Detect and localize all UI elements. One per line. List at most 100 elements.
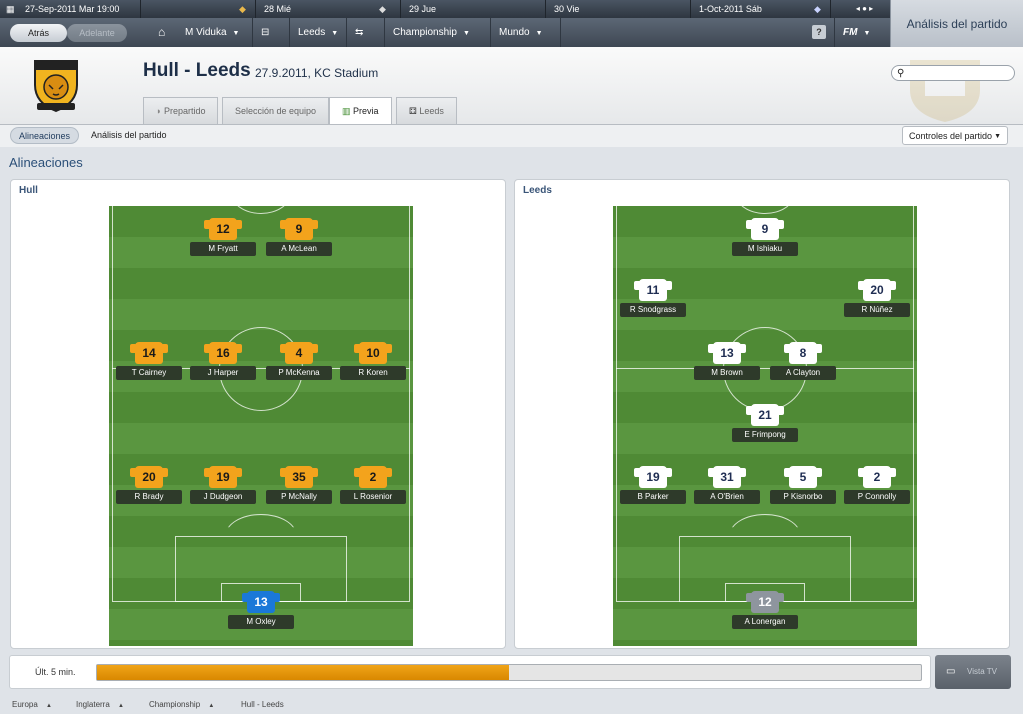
bus-icon[interactable]: ⊟ (252, 18, 277, 47)
match-title: Hull - Leeds (143, 60, 251, 81)
shirt-number: 31 (708, 466, 746, 488)
caret-down-icon: ▼ (232, 30, 240, 37)
player-name: R Koren (340, 366, 406, 380)
tab-leeds[interactable]: ⚃ Leeds (396, 97, 457, 124)
day-cell[interactable]: ◆ (140, 0, 255, 18)
footer-crumb-championship[interactable]: Championship ▲ (149, 700, 214, 709)
caret-up-icon: ▲ (118, 703, 124, 709)
world-menu[interactable]: Mundo ▼ (490, 18, 551, 47)
player-name: A Clayton (770, 366, 836, 380)
shirt-number: 19 (204, 466, 242, 488)
player-marker[interactable]: 20 R Núñez (839, 279, 915, 319)
club-badge-icon: ◆ (814, 4, 821, 14)
player-marker[interactable]: 35 P McNally (261, 466, 337, 506)
footer-crumb-match[interactable]: Hull - Leeds (241, 700, 284, 709)
current-date[interactable]: ▦ 27-Sep-2011 Mar 19:00 (0, 0, 140, 18)
club-menu[interactable]: Leeds ▼ (289, 18, 346, 47)
help-button[interactable]: ? (812, 25, 826, 39)
shirt-number: 20 (130, 466, 168, 488)
player-marker[interactable]: 9 M Ishiaku (727, 218, 803, 258)
forward-button[interactable]: Adelante (67, 24, 127, 42)
tab-seleccion-equipo[interactable]: Selección de equipo (222, 97, 330, 124)
player-name: A Lonergan (732, 615, 798, 629)
player-marker[interactable]: 9 A McLean (261, 218, 337, 258)
team-panel-leeds: Leeds 9 M Ishiaku 11 R Snodgrass 20 R Núñez 13… (514, 179, 1010, 649)
shirt-number: 8 (784, 342, 822, 364)
caret-down-icon: ▼ (994, 133, 1001, 140)
player-marker[interactable]: 19 J Dudgeon (185, 466, 261, 506)
home-icon[interactable]: ⌂ (150, 18, 173, 47)
player-marker[interactable]: 5 P Kisnorbo (765, 466, 841, 506)
player-name: M Fryatt (190, 242, 256, 256)
day-cell[interactable]: 30 Vie (545, 0, 690, 18)
player-marker[interactable]: 20 R Brady (111, 466, 187, 506)
club-badge-icon: ◆ (239, 4, 246, 14)
shirt-number: 10 (354, 342, 392, 364)
player-marker[interactable]: 2 P Connolly (839, 466, 915, 506)
pitch: 9 M Ishiaku 11 R Snodgrass 20 R Núñez 13 M Brow… (613, 206, 917, 646)
tv-icon: ▭ (946, 666, 956, 677)
player-marker[interactable]: 31 A O'Brien (689, 466, 765, 506)
player-name: R Núñez (844, 303, 910, 317)
momentum-label: Últ. 5 min. (35, 667, 76, 677)
player-name: A O'Brien (694, 490, 760, 504)
player-name: L Rosenior (340, 490, 406, 504)
continue-controls[interactable]: ◂ ● ▸ (830, 0, 890, 18)
player-marker[interactable]: 13 M Brown (689, 342, 765, 382)
search-input[interactable]: ⚲ (891, 65, 1015, 81)
day-cell[interactable]: 29 Jue (400, 0, 545, 18)
player-marker[interactable]: 10 R Koren (335, 342, 411, 382)
player-name: R Snodgrass (620, 303, 686, 317)
tab-prepartido[interactable]: ◗ Prepartido (143, 97, 219, 124)
team-panel-hull: Hull 12 M Fryatt 9 A McLean 14 T Cairney 16 J H… (10, 179, 506, 649)
side-title: Análisis del partido (890, 0, 1023, 47)
player-marker[interactable]: 11 R Snodgrass (615, 279, 691, 319)
day-cell[interactable]: 1-Oct-2011 Sáb ◆ (690, 0, 830, 18)
player-marker[interactable]: 12 A Lonergan (727, 591, 803, 631)
match-subtitle: 27.9.2011, KC Stadium (255, 66, 379, 80)
footer-crumb-inglaterra[interactable]: Inglaterra ▲ (76, 700, 124, 709)
footer-crumb-europa[interactable]: Europa ▲ (12, 700, 52, 709)
transfer-icon[interactable]: ⇆ (346, 18, 371, 47)
player-marker[interactable]: 8 A Clayton (765, 342, 841, 382)
nav-spacer (560, 18, 804, 47)
player-name: M Ishiaku (732, 242, 798, 256)
shirt-number: 4 (280, 342, 318, 364)
day-cell[interactable]: 28 Mié ◆ (255, 0, 400, 18)
shirt-number: 9 (280, 218, 318, 240)
shirt-number: 11 (634, 279, 672, 301)
player-marker[interactable]: 12 M Fryatt (185, 218, 261, 258)
vista-tv-button[interactable]: ▭ Vista TV (935, 655, 1011, 689)
caret-down-icon: ▼ (462, 30, 470, 37)
player-name: M Oxley (228, 615, 294, 629)
hull-crest-icon (27, 55, 85, 113)
shirt-number: 21 (746, 404, 784, 426)
player-marker[interactable]: 14 T Cairney (111, 342, 187, 382)
momentum-fill (97, 665, 509, 680)
player-marker[interactable]: 21 E Frimpong (727, 404, 803, 444)
player-marker[interactable]: 4 P McKenna (261, 342, 337, 382)
media-controls-icon: ◂ ● ▸ (855, 4, 874, 13)
player-marker[interactable]: 19 B Parker (615, 466, 691, 506)
player-name: J Harper (190, 366, 256, 380)
player-marker[interactable]: 16 J Harper (185, 342, 261, 382)
match-controls-dropdown[interactable]: Controles del partido ▼ (902, 126, 1008, 145)
shirt-number: 19 (634, 466, 672, 488)
caret-up-icon: ▲ (208, 703, 215, 709)
competition-menu[interactable]: Championship ▼ (384, 18, 478, 47)
player-name: B Parker (620, 490, 686, 504)
pitch-icon: ▥ (342, 106, 351, 116)
back-button[interactable]: Atrás (10, 24, 67, 42)
player-marker[interactable]: 2 L Rosenior (335, 466, 411, 506)
player-name: A McLean (266, 242, 332, 256)
shirt-number: 2 (858, 466, 896, 488)
fm-menu[interactable]: FM ▼ (834, 18, 890, 47)
crumb-alineaciones[interactable]: Alineaciones (10, 127, 80, 144)
player-name: P Kisnorbo (770, 490, 836, 504)
calendar-icon: ▦ (6, 4, 15, 14)
manager-menu[interactable]: M Viduka ▼ (177, 18, 247, 47)
tab-previa[interactable]: ▥ Previa (329, 97, 392, 124)
player-name: T Cairney (116, 366, 182, 380)
team-name: Hull (19, 185, 38, 196)
player-marker[interactable]: 13 M Oxley (223, 591, 299, 631)
